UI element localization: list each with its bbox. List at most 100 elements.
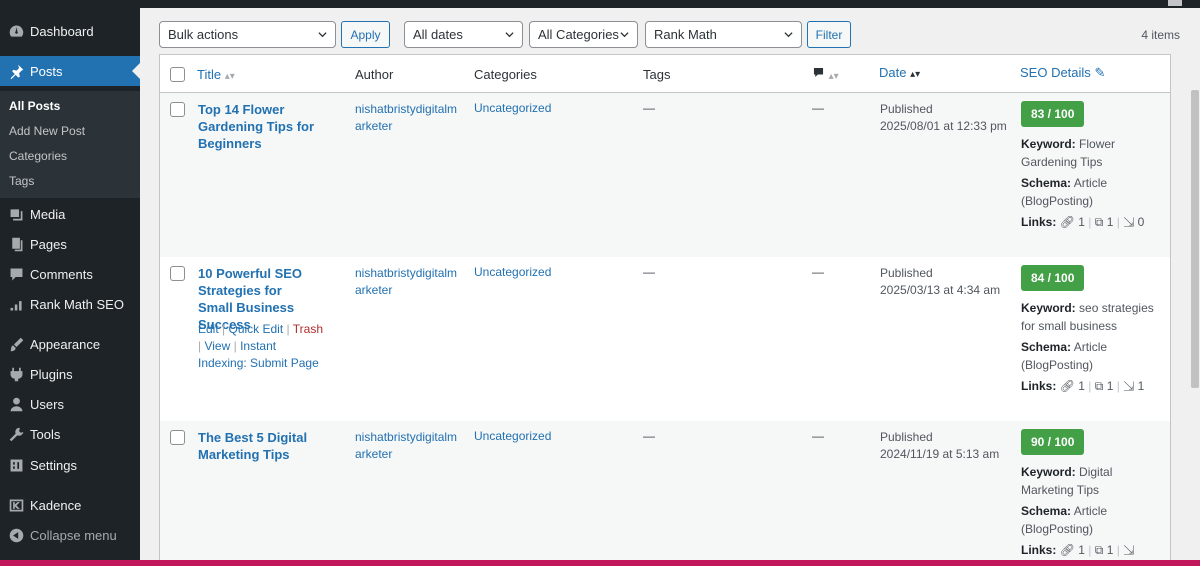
sidebar-item-label: Tools bbox=[30, 426, 61, 442]
sidebar-item-comments[interactable]: Comments bbox=[0, 259, 140, 289]
sidebar-item-label: Pages bbox=[30, 236, 67, 252]
seo-score-badge[interactable]: 84 / 100 bbox=[1021, 265, 1085, 291]
collapse-menu-button[interactable]: Collapse menu bbox=[0, 520, 140, 550]
rank-math-filter-select[interactable]: Rank Math bbox=[645, 21, 802, 48]
quick-edit-link[interactable]: Quick Edit bbox=[229, 322, 284, 336]
seo-details-cell: 83 / 100 Keyword: Flower Gardening Tips … bbox=[1021, 99, 1166, 231]
sidebar-item-label: Rank Math SEO bbox=[30, 296, 124, 312]
dates-filter-select[interactable]: All dates bbox=[404, 21, 523, 48]
submenu-all-posts[interactable]: All Posts bbox=[9, 99, 60, 113]
post-status: Published bbox=[880, 430, 933, 444]
external-link-icon: ⧉ bbox=[1094, 379, 1104, 393]
links-label: Links: bbox=[1021, 379, 1057, 393]
post-status: Published bbox=[880, 266, 933, 280]
sort-desc-icon: ▴▾ bbox=[910, 69, 921, 80]
seo-score-badge[interactable]: 83 / 100 bbox=[1021, 101, 1085, 127]
external-link-icon: ⧉ bbox=[1094, 215, 1104, 229]
author-link[interactable]: nishatbristydigitalmarketer bbox=[355, 429, 463, 463]
seo-schema: Schema: Article (BlogPosting) bbox=[1021, 502, 1166, 538]
links-external: 1 bbox=[1106, 379, 1114, 393]
comments-value: — bbox=[812, 265, 824, 279]
pages-icon bbox=[6, 234, 26, 254]
table-row: The Best 5 Digital Marketing Tips nishat… bbox=[160, 421, 1170, 563]
select-all-checkbox[interactable] bbox=[170, 67, 185, 82]
column-date[interactable]: Date ▴▾ bbox=[879, 65, 920, 80]
seo-links: Links: 🔗︎ 1 | ⧉ 1 | ⇲ 1 bbox=[1021, 379, 1145, 393]
comment-icon bbox=[6, 264, 26, 284]
post-title-link[interactable]: The Best 5 Digital Marketing Tips bbox=[198, 429, 318, 463]
rank-math-filter-value: Rank Math bbox=[654, 27, 717, 42]
chevron-down-icon bbox=[784, 32, 793, 38]
scrollbar-thumb[interactable] bbox=[1191, 90, 1199, 388]
sidebar-item-kadence[interactable]: Kadence bbox=[0, 490, 140, 520]
dashboard-icon bbox=[6, 21, 26, 41]
link-icon: 🔗︎ bbox=[1059, 379, 1075, 393]
column-tags: Tags bbox=[643, 67, 671, 82]
collapse-icon bbox=[6, 525, 26, 545]
column-comments[interactable]: ▴▾ bbox=[812, 66, 839, 82]
category-link[interactable]: Uncategorized bbox=[474, 101, 551, 115]
seo-details-cell: 84 / 100 Keyword: seo strategies for sma… bbox=[1021, 263, 1166, 395]
links-label: Links: bbox=[1021, 543, 1057, 557]
sidebar-item-plugins[interactable]: Plugins bbox=[0, 359, 140, 389]
sidebar-item-appearance[interactable]: Appearance bbox=[0, 329, 140, 359]
table-row: 10 Powerful SEO Strategies for Small Bus… bbox=[160, 257, 1170, 421]
chevron-down-icon bbox=[505, 32, 514, 38]
posts-table: Title ▴▾ Author Categories Tags ▴▾ Date … bbox=[159, 54, 1171, 564]
edit-link[interactable]: Edit bbox=[198, 322, 219, 336]
sidebar-item-settings[interactable]: Settings bbox=[0, 450, 140, 480]
keyword-label: Keyword: bbox=[1021, 465, 1076, 479]
admin-bar bbox=[0, 0, 1200, 8]
seo-details-cell: 90 / 100 Keyword: Digital Marketing Tips… bbox=[1021, 427, 1166, 559]
column-seo-details[interactable]: SEO Details ✎ bbox=[1020, 65, 1105, 81]
schema-label: Schema: bbox=[1021, 504, 1072, 518]
sidebar-item-rank-math-seo[interactable]: Rank Math SEO bbox=[0, 289, 140, 319]
sidebar-item-label: Appearance bbox=[30, 336, 101, 352]
column-categories: Categories bbox=[474, 67, 537, 82]
links-incoming: 1 bbox=[1137, 379, 1145, 393]
sort-icon: ▴▾ bbox=[828, 71, 839, 82]
column-seo-label: SEO Details bbox=[1020, 65, 1091, 80]
submenu-categories[interactable]: Categories bbox=[9, 149, 67, 163]
seo-links: Links: 🔗︎ 1 | ⧉ 1 | ⇲ bbox=[1021, 543, 1135, 557]
row-checkbox[interactable] bbox=[170, 102, 185, 117]
sidebar-item-dashboard[interactable]: Dashboard bbox=[0, 16, 140, 46]
apply-button[interactable]: Apply bbox=[341, 21, 390, 48]
sidebar-item-users[interactable]: Users bbox=[0, 389, 140, 419]
brush-icon bbox=[6, 334, 26, 354]
category-link[interactable]: Uncategorized bbox=[474, 429, 551, 443]
sidebar-item-posts[interactable]: Posts bbox=[0, 56, 140, 86]
column-author: Author bbox=[355, 67, 394, 82]
sidebar-item-media[interactable]: Media bbox=[0, 199, 140, 229]
date-cell: Published 2024/11/19 at 5:13 am bbox=[880, 429, 1010, 463]
post-title-link[interactable]: Top 14 Flower Gardening Tips for Beginne… bbox=[198, 101, 318, 152]
submenu-add-new-post[interactable]: Add New Post bbox=[9, 124, 85, 138]
author-link[interactable]: nishatbristydigitalmarketer bbox=[355, 265, 463, 299]
submenu-tags[interactable]: Tags bbox=[9, 174, 34, 188]
column-title[interactable]: Title ▴▾ bbox=[197, 67, 235, 82]
links-internal: 1 bbox=[1078, 215, 1085, 229]
schema-label: Schema: bbox=[1021, 340, 1072, 354]
post-date: 2025/03/13 at 4:34 am bbox=[880, 283, 1001, 297]
sidebar-item-label: Media bbox=[30, 206, 66, 222]
bulk-actions-select[interactable]: Bulk actions bbox=[159, 21, 336, 48]
seo-schema: Schema: Article (BlogPosting) bbox=[1021, 338, 1166, 374]
plugin-icon bbox=[6, 364, 26, 384]
seo-keyword: Keyword: Flower Gardening Tips bbox=[1021, 135, 1166, 171]
row-checkbox[interactable] bbox=[170, 430, 185, 445]
tags-value: — bbox=[643, 101, 655, 115]
trash-link[interactable]: Trash bbox=[293, 322, 323, 336]
close-icon[interactable] bbox=[1168, 0, 1182, 6]
chevron-down-icon bbox=[620, 32, 629, 38]
row-actions: Edit | Quick Edit | Trash | View | Insta… bbox=[198, 322, 324, 370]
sidebar-item-pages[interactable]: Pages bbox=[0, 229, 140, 259]
row-checkbox[interactable] bbox=[170, 266, 185, 281]
author-link[interactable]: nishatbristydigitalmarketer bbox=[355, 101, 463, 135]
categories-filter-select[interactable]: All Categories bbox=[529, 21, 638, 48]
category-link[interactable]: Uncategorized bbox=[474, 265, 551, 279]
sidebar-item-tools[interactable]: Tools bbox=[0, 419, 140, 449]
comments-value: — bbox=[812, 429, 824, 443]
seo-score-badge[interactable]: 90 / 100 bbox=[1021, 429, 1085, 455]
filter-button[interactable]: Filter bbox=[807, 21, 851, 48]
view-link[interactable]: View bbox=[204, 339, 230, 353]
